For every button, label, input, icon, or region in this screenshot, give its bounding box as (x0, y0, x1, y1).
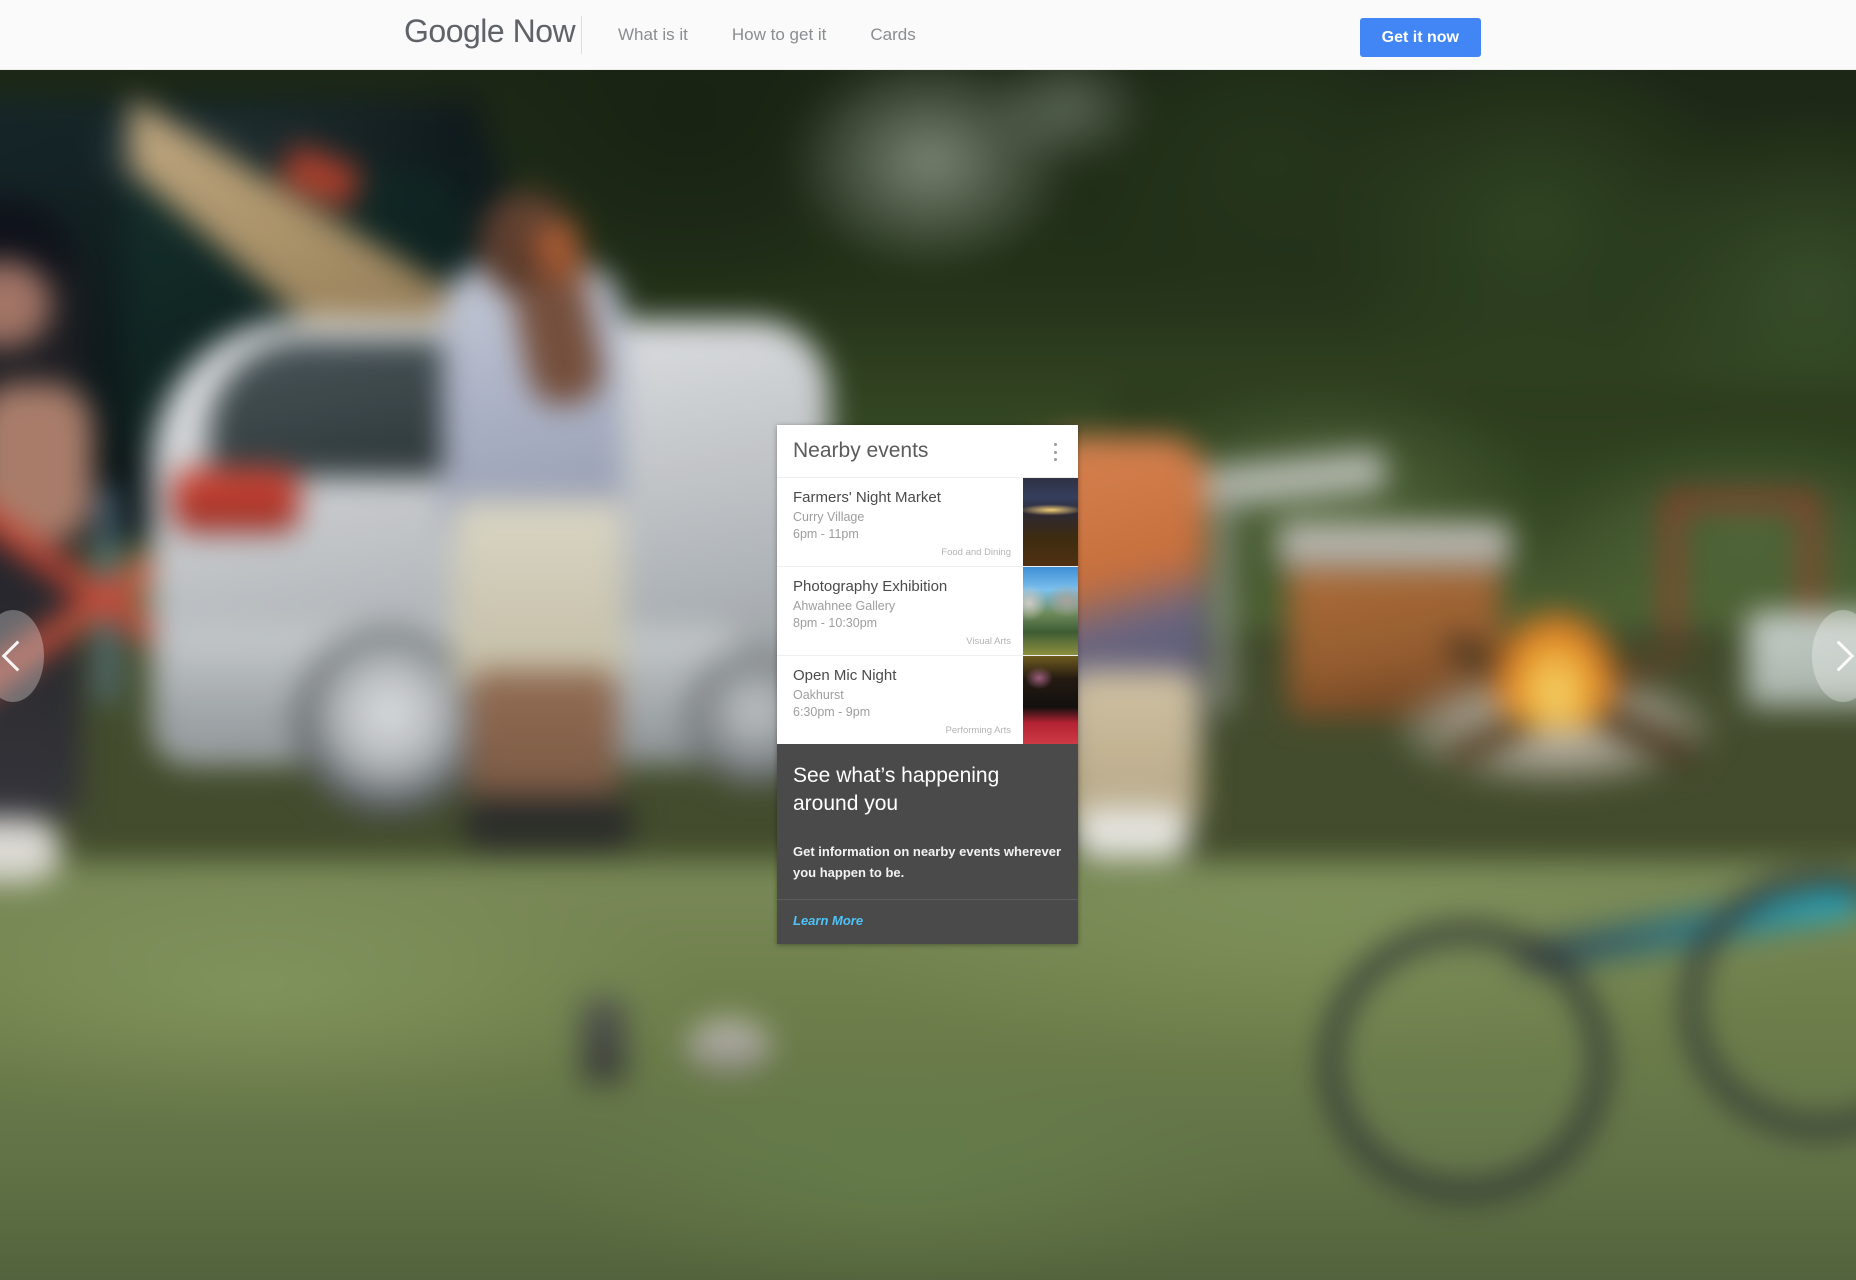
event-time: 8pm - 10:30pm (793, 616, 878, 630)
promo-heading: See what’s happening around you (793, 764, 1000, 815)
chevron-right-icon (1823, 640, 1855, 672)
overflow-dot (1053, 443, 1057, 446)
overflow-menu-icon[interactable] (1046, 442, 1064, 462)
card-events-section: Nearby events Farmers' Night Market Curr… (777, 425, 1078, 744)
event-title: Open Mic Night (793, 667, 897, 684)
nav-cards[interactable]: Cards (848, 25, 937, 45)
nav-what-is-it[interactable]: What is it (596, 25, 710, 45)
promo-body-text: Get information on nearby events whereve… (793, 844, 1062, 880)
brand-now-text: Now (504, 13, 576, 49)
event-details: Photography Exhibition Ahwahnee Gallery … (777, 567, 1023, 655)
header-nav: What is it How to get it Cards (596, 25, 938, 45)
event-row[interactable]: Photography Exhibition Ahwahnee Gallery … (777, 566, 1078, 655)
event-time: 6pm - 11pm (793, 527, 859, 541)
chevron-left-icon (1, 640, 33, 672)
event-thumbnail-image (1023, 656, 1078, 744)
event-place: Oakhurst (793, 688, 844, 702)
overflow-dot (1053, 450, 1057, 454)
card-title: Nearby events (793, 439, 929, 462)
event-details: Open Mic Night Oakhurst 6:30pm - 9pm Per… (777, 656, 1023, 744)
event-time: 6:30pm - 9pm (793, 705, 871, 719)
event-thumbnail-image (1023, 567, 1078, 655)
card-footer: Learn More (777, 899, 1078, 944)
event-place: Ahwahnee Gallery (793, 599, 896, 613)
overflow-dot (1053, 458, 1057, 461)
event-details: Farmers' Night Market Curry Village 6pm … (777, 478, 1023, 566)
get-it-now-button[interactable]: Get it now (1359, 18, 1481, 58)
nav-how-to-get-it[interactable]: How to get it (710, 25, 849, 45)
card-promo-section: See what’s happening around you Get info… (777, 744, 1078, 899)
event-row[interactable]: Farmers' Night Market Curry Village 6pm … (777, 477, 1078, 566)
event-place: Curry Village (793, 510, 865, 524)
event-category: Visual Arts (966, 636, 1011, 647)
learn-more-link[interactable]: Learn More (793, 913, 863, 928)
header-divider (581, 16, 582, 54)
nearby-events-card: Nearby events Farmers' Night Market Curr… (777, 425, 1078, 944)
card-header: Nearby events (777, 425, 1078, 477)
site-header: Google Now What is it How to get it Card… (0, 0, 1856, 70)
event-category: Performing Arts (945, 725, 1011, 736)
brand-google-text: Google (404, 13, 505, 49)
event-title: Farmers' Night Market (793, 489, 941, 506)
event-row[interactable]: Open Mic Night Oakhurst 6:30pm - 9pm Per… (777, 655, 1078, 744)
event-category: Food and Dining (941, 547, 1011, 558)
event-title: Photography Exhibition (793, 578, 948, 595)
google-now-logo[interactable]: Google Now (404, 13, 576, 50)
event-thumbnail-image (1023, 478, 1078, 566)
